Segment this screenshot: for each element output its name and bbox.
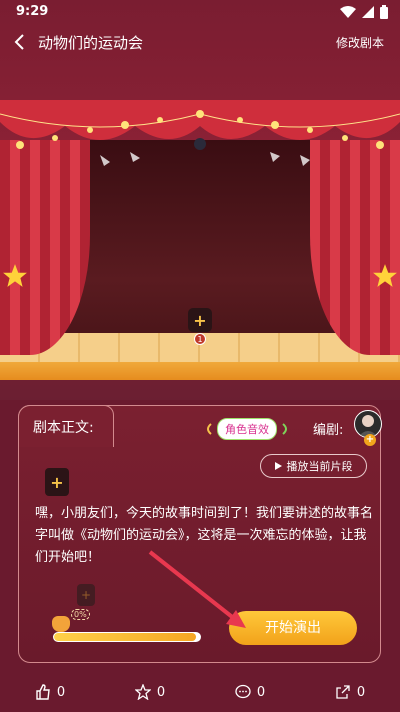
share-icon	[336, 685, 350, 699]
script-tab: 剧本正文:	[18, 405, 114, 447]
valance-and-lights	[0, 100, 400, 166]
play-segment-button[interactable]: 播放当前片段	[260, 454, 367, 478]
title-bar: 动物们的运动会 修改剧本	[0, 24, 400, 60]
author-label: 编剧:	[313, 423, 344, 438]
wifi-icon	[340, 6, 356, 18]
add-author-button[interactable]: +	[364, 434, 376, 446]
story-text: 嘿，小朋友们，今天的故事时间到了！我们要讲述的故事名字叫做《动物们的运动会》，这…	[35, 506, 374, 565]
comment-count: 0	[256, 684, 266, 700]
script-card: 剧本正文: 角色音效 编剧: + 播放当前片段 + 嘿，小朋友们，今天的故事时间…	[18, 405, 382, 663]
star-decoration-icon	[373, 264, 397, 287]
plus-icon: +	[193, 310, 207, 330]
bottom-action-bar: 0 0 0 0	[0, 672, 400, 712]
sound-wave-left-icon	[207, 423, 212, 435]
progress-fill	[54, 633, 196, 641]
like-count: 0	[56, 684, 66, 700]
favorite-button[interactable]: 0	[100, 672, 200, 712]
chevron-left-icon	[14, 34, 24, 50]
comment-button[interactable]: 0	[200, 672, 300, 712]
star-decoration-icon	[3, 264, 27, 287]
status-icons	[340, 4, 388, 20]
role-sfx-label: 角色音效	[217, 418, 277, 440]
play-icon	[274, 462, 282, 470]
progress-bar	[53, 632, 201, 642]
battery-icon	[380, 5, 388, 19]
share-button[interactable]: 0	[300, 672, 400, 712]
header-background: 9:29 动物们的运动会 修改剧本 + 1	[0, 0, 400, 400]
stage: + 1	[0, 100, 400, 380]
like-button[interactable]: 0	[0, 672, 100, 712]
page-title: 动物们的运动会	[38, 34, 144, 52]
plus-icon: +	[50, 472, 64, 492]
script-tab-label: 剧本正文:	[33, 420, 94, 436]
stage-floor-edge	[0, 362, 400, 380]
comment-icon	[235, 684, 251, 699]
cat-mascot-icon	[52, 616, 70, 632]
sound-wave-right-icon	[282, 423, 287, 435]
edit-script-button[interactable]: 修改剧本	[336, 34, 384, 51]
signal-icon	[362, 6, 374, 18]
status-time: 9:29	[16, 4, 49, 19]
play-segment-label: 播放当前片段	[286, 460, 353, 473]
thumbs-up-icon	[36, 684, 50, 700]
start-performance-button[interactable]: 开始演出	[229, 611, 357, 645]
ghost-role-icon: +	[77, 584, 95, 606]
favorite-count: 0	[156, 684, 166, 700]
stage-role-slot[interactable]: +	[188, 308, 212, 332]
status-bar: 9:29	[0, 0, 400, 24]
progress-percent: 0%	[71, 609, 90, 620]
star-icon	[134, 684, 151, 700]
share-count: 0	[356, 684, 366, 700]
back-button[interactable]	[10, 32, 30, 52]
speaker-role-slot[interactable]: +	[45, 468, 69, 496]
role-sfx-toggle[interactable]: 角色音效	[203, 418, 291, 440]
role-count-badge: 1	[194, 333, 206, 345]
